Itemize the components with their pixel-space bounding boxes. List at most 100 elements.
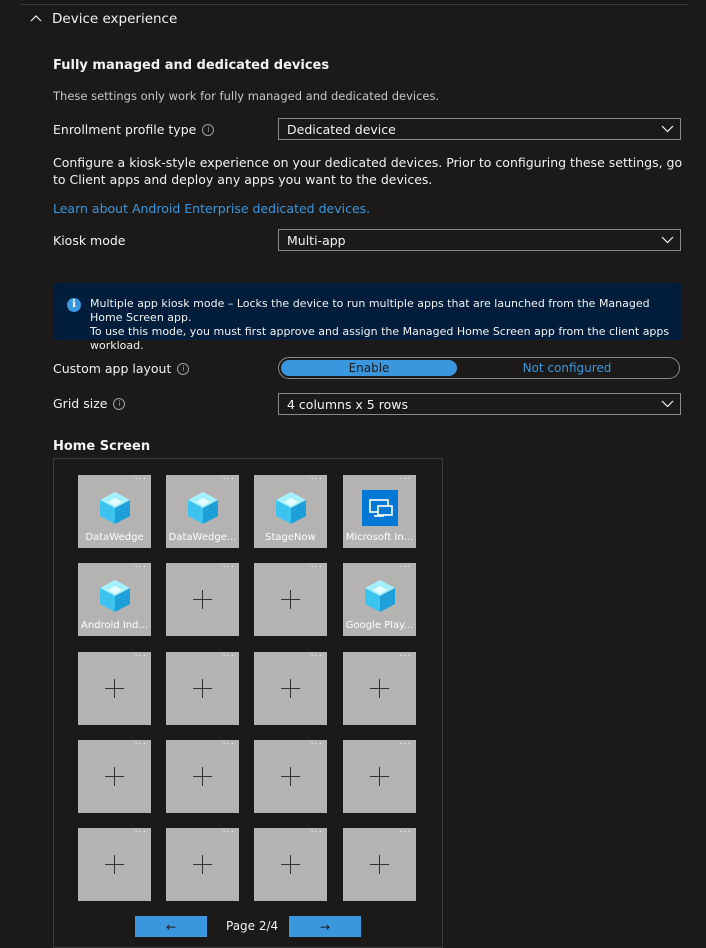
chevron-down-icon (661, 236, 674, 244)
more-options-icon[interactable]: ··· (399, 739, 412, 750)
more-options-icon[interactable]: ··· (310, 651, 323, 662)
more-options-icon[interactable]: ··· (222, 827, 235, 838)
next-page-button[interactable]: → (289, 916, 361, 937)
add-app-tile[interactable]: ··· (343, 651, 416, 725)
kiosk-mode-dropdown[interactable]: Multi-app (278, 229, 681, 251)
enrollment-profile-label: Enrollment profile type i (53, 122, 215, 137)
more-options-icon[interactable]: ··· (222, 739, 235, 750)
add-icon (193, 590, 212, 609)
home-screen-heading: Home Screen (53, 439, 151, 454)
cube-app-icon (273, 490, 309, 526)
arrow-right-icon: → (319, 919, 331, 934)
cube-app-icon (362, 578, 398, 614)
chevron-down-icon (661, 125, 674, 133)
add-icon (281, 767, 300, 786)
banner-line-1: Multiple app kiosk mode – Locks the devi… (90, 297, 650, 324)
more-options-icon[interactable]: ··· (399, 474, 412, 485)
add-app-tile[interactable]: ··· (254, 651, 327, 725)
add-icon (193, 855, 212, 874)
more-options-icon[interactable]: ··· (222, 562, 235, 573)
app-tile[interactable]: ··· StageNow (254, 474, 327, 548)
add-app-tile[interactable]: ··· (254, 562, 327, 636)
custom-app-layout-label: Custom app layout i (53, 361, 190, 376)
more-options-icon[interactable]: ··· (134, 474, 147, 485)
add-app-tile[interactable]: ··· (166, 651, 239, 725)
info-icon[interactable]: i (113, 397, 126, 410)
add-icon (281, 590, 300, 609)
kiosk-mode-value: Multi-app (287, 232, 346, 248)
app-tile-label: Microsoft In... (345, 532, 414, 543)
more-options-icon[interactable]: ··· (310, 827, 323, 838)
more-options-icon[interactable]: ··· (310, 562, 323, 573)
fully-managed-description: These settings only work for fully manag… (53, 89, 440, 103)
more-options-icon[interactable]: ··· (310, 474, 323, 485)
more-options-icon[interactable]: ··· (134, 739, 147, 750)
enrollment-profile-dropdown[interactable]: Dedicated device (278, 118, 681, 140)
top-divider (21, 4, 688, 5)
app-tile[interactable]: ··· Google Play... (343, 562, 416, 636)
more-options-icon[interactable]: ··· (399, 827, 412, 838)
app-tile[interactable]: ··· Microsoft In... (343, 474, 416, 548)
previous-page-button[interactable]: ← (135, 916, 207, 937)
device-experience-toggle[interactable]: Device experience (30, 11, 177, 27)
info-filled-icon: i (67, 298, 81, 312)
arrow-left-icon: ← (165, 919, 177, 934)
intune-app-icon (362, 490, 398, 526)
add-app-tile[interactable]: ··· (166, 827, 239, 901)
add-icon (193, 767, 212, 786)
add-icon (370, 767, 389, 786)
chevron-down-icon (661, 400, 674, 408)
app-tile[interactable]: ··· DataWedge (78, 474, 151, 548)
add-app-tile[interactable]: ··· (343, 739, 416, 813)
add-icon (105, 679, 124, 698)
add-icon (281, 855, 300, 874)
add-app-tile[interactable]: ··· (78, 739, 151, 813)
enrollment-profile-value: Dedicated device (287, 121, 396, 137)
banner-line-2: To use this mode, you must first approve… (90, 325, 670, 352)
info-icon[interactable]: i (202, 123, 215, 136)
info-icon[interactable]: i (177, 362, 190, 375)
grid-size-label: Grid size i (53, 396, 126, 411)
app-tile[interactable]: ··· Android Ind... (78, 562, 151, 636)
fully-managed-heading: Fully managed and dedicated devices (53, 58, 330, 73)
more-options-icon[interactable]: ··· (222, 474, 235, 485)
more-options-icon[interactable]: ··· (134, 827, 147, 838)
kiosk-mode-label: Kiosk mode (53, 233, 126, 248)
custom-app-layout-toggle[interactable]: Enable Not configured (278, 357, 680, 379)
add-app-tile[interactable]: ··· (78, 827, 151, 901)
multi-app-info-banner: i Multiple app kiosk mode – Locks the de… (53, 283, 681, 352)
app-tile-label: DataWedge... (168, 532, 237, 543)
enrollment-profile-label-text: Enrollment profile type (53, 122, 197, 137)
add-app-tile[interactable]: ··· (254, 827, 327, 901)
grid-size-dropdown[interactable]: 4 columns x 5 rows (278, 393, 681, 415)
more-options-icon[interactable]: ··· (399, 562, 412, 573)
add-icon (105, 855, 124, 874)
add-app-tile[interactable]: ··· (78, 651, 151, 725)
not-configured-option[interactable]: Not configured (457, 360, 677, 376)
more-options-icon[interactable]: ··· (399, 651, 412, 662)
more-options-icon[interactable]: ··· (310, 739, 323, 750)
learn-dedicated-devices-link[interactable]: Learn about Android Enterprise dedicated… (53, 201, 370, 216)
app-tile[interactable]: ··· DataWedge... (166, 474, 239, 548)
cube-app-icon (97, 490, 133, 526)
more-options-icon[interactable]: ··· (134, 562, 147, 573)
enable-option[interactable]: Enable (281, 360, 457, 376)
more-options-icon[interactable]: ··· (222, 651, 235, 662)
app-tile-label: StageNow (265, 532, 316, 543)
add-app-tile[interactable]: ··· (254, 739, 327, 813)
add-icon (370, 855, 389, 874)
grid-size-label-text: Grid size (53, 396, 108, 411)
kiosk-intro-text: Configure a kiosk-style experience on yo… (53, 155, 683, 187)
add-icon (193, 679, 212, 698)
add-app-tile[interactable]: ··· (166, 562, 239, 636)
app-tile-label: Google Play... (345, 620, 414, 631)
add-app-tile[interactable]: ··· (166, 739, 239, 813)
app-tile-label: Android Ind... (80, 620, 148, 631)
custom-app-layout-label-text: Custom app layout (53, 361, 172, 376)
grid-size-value: 4 columns x 5 rows (287, 396, 408, 412)
more-options-icon[interactable]: ··· (134, 651, 147, 662)
cube-app-icon (185, 490, 221, 526)
cube-app-icon (97, 578, 133, 614)
add-app-tile[interactable]: ··· (343, 827, 416, 901)
add-icon (370, 679, 389, 698)
